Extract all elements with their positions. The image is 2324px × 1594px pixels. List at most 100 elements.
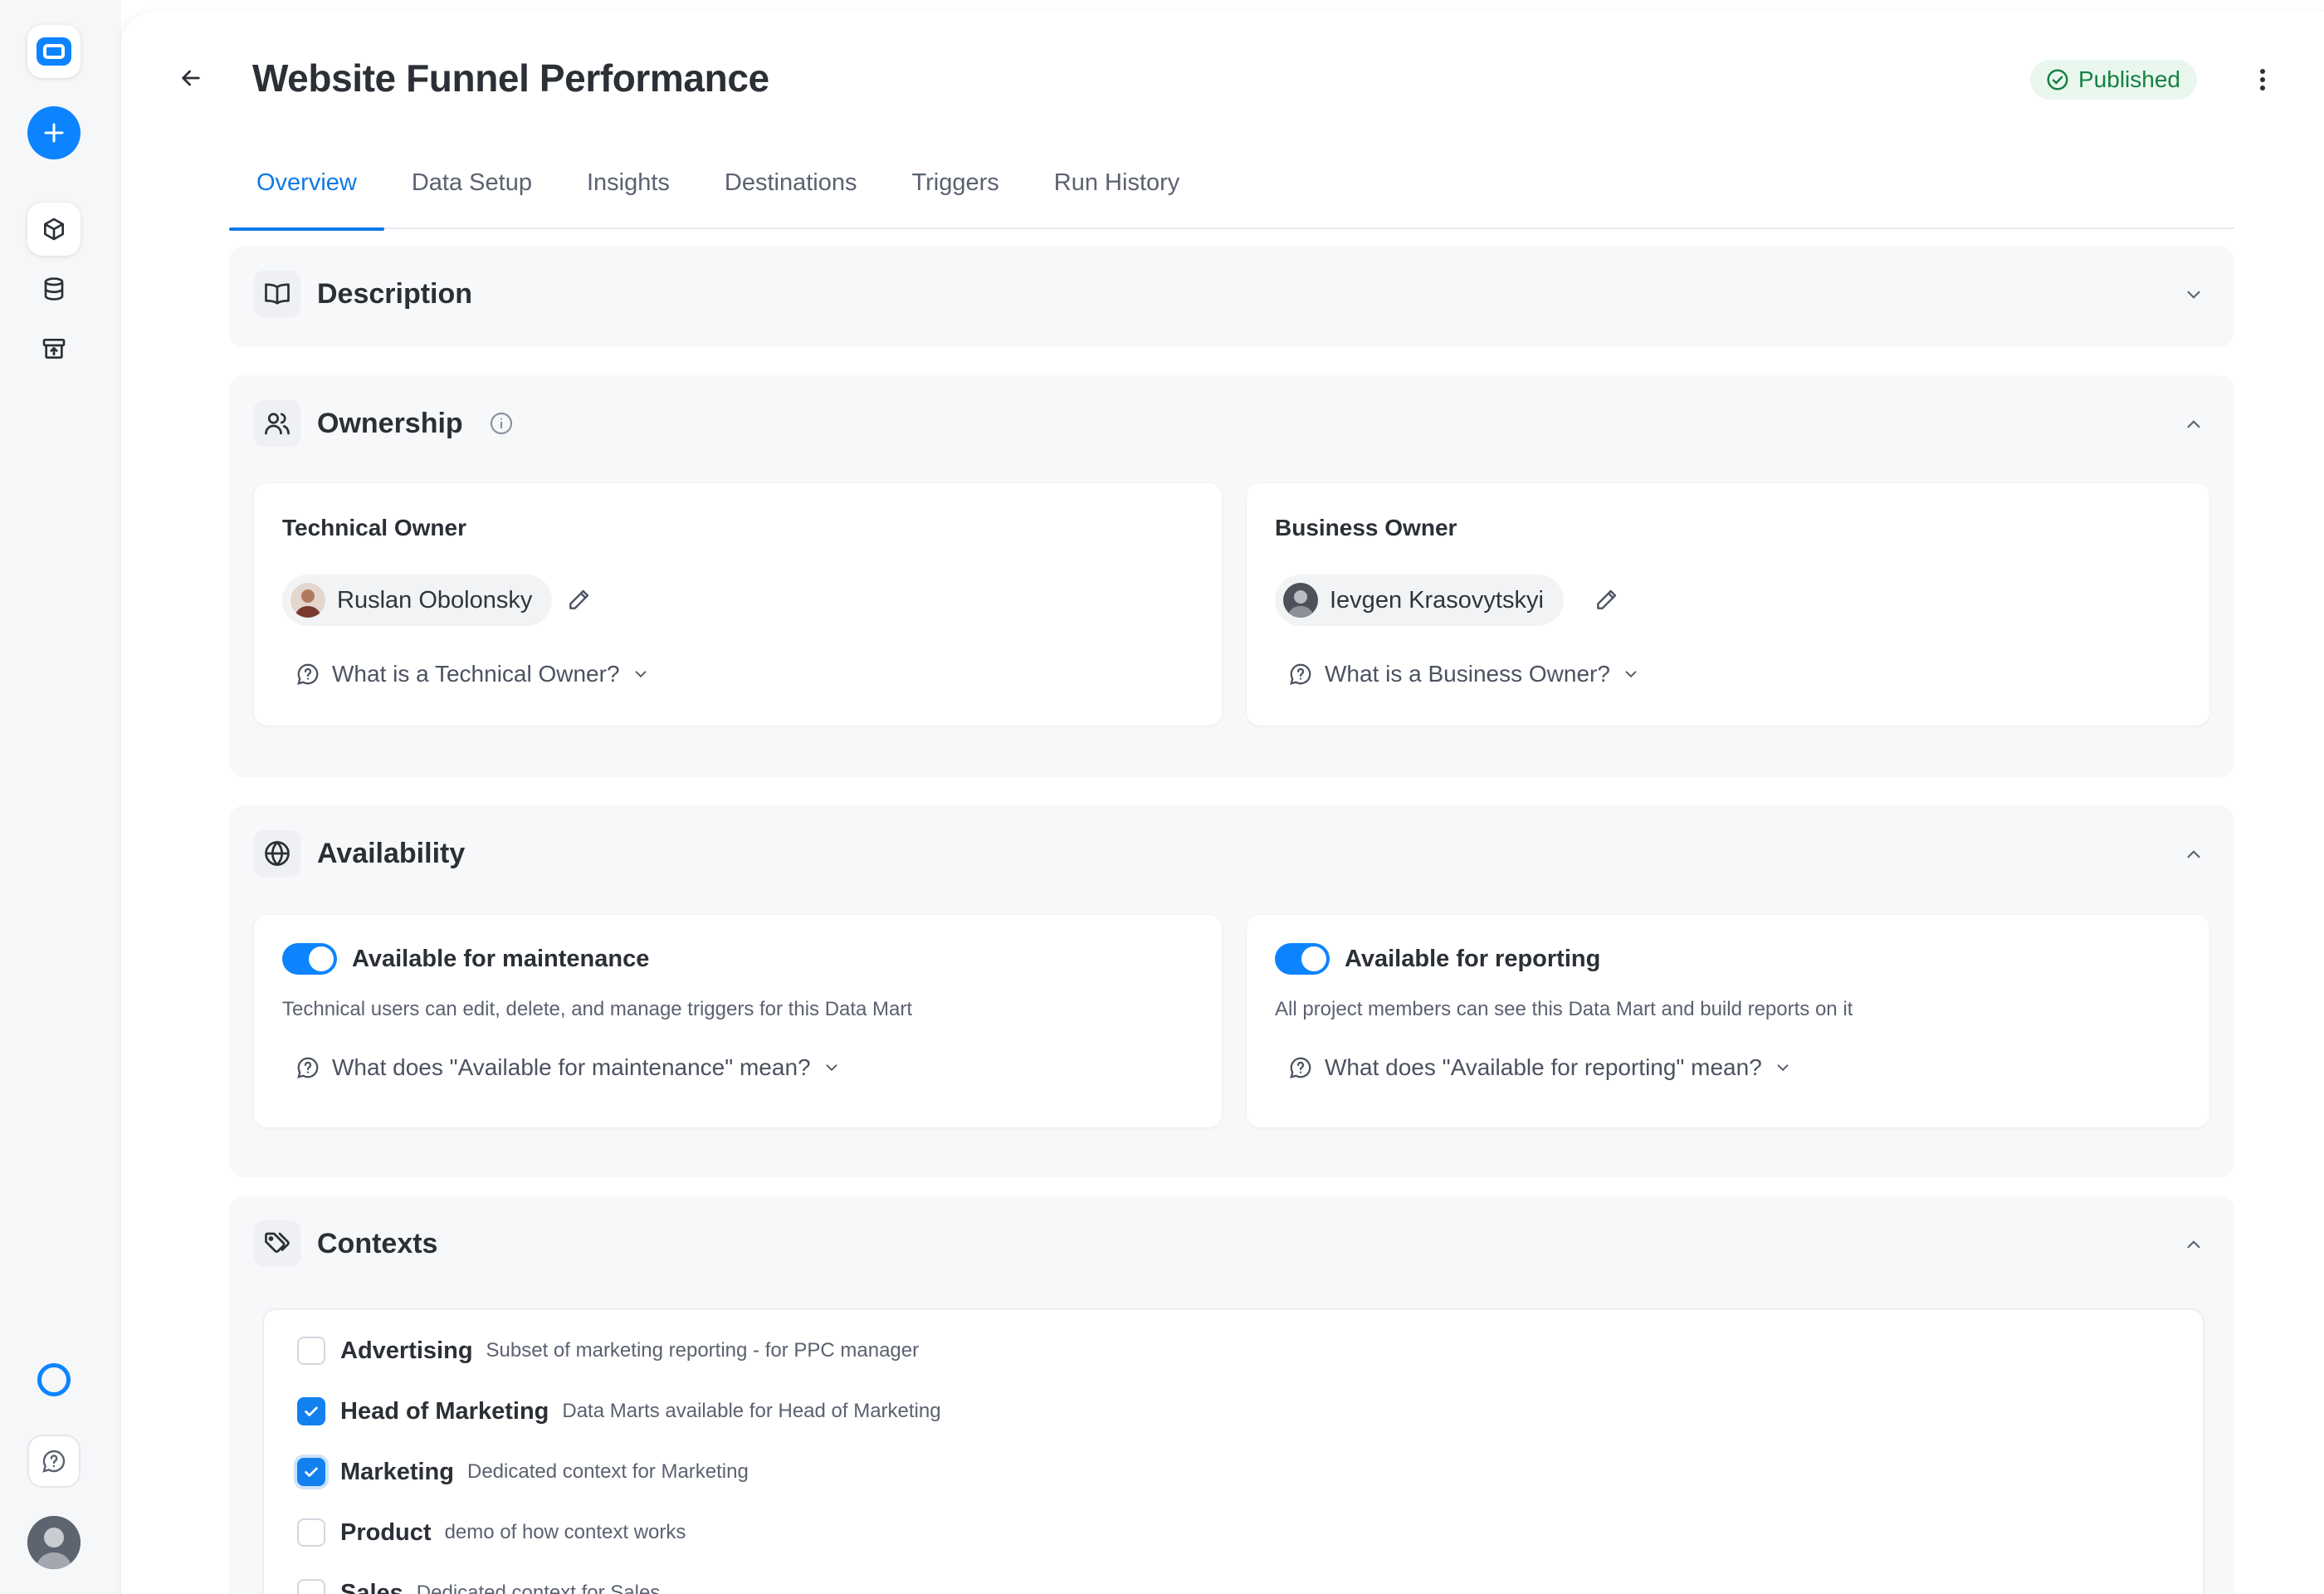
card-label: Technical Owner	[282, 515, 466, 540]
nav-storages[interactable]	[27, 262, 81, 315]
list-item[interactable]: Product demo of how context works	[297, 1518, 686, 1547]
list-item[interactable]: Head of Marketing Data Marts available f…	[297, 1397, 941, 1425]
help-expander[interactable]: What does "Available for reporting" mean…	[1288, 1054, 1794, 1081]
message-question-icon	[295, 662, 320, 687]
context-checkbox[interactable]	[297, 1579, 325, 1594]
availability-section: Availability Available for maintenance T…	[229, 805, 2234, 1177]
chevron-up-icon[interactable]	[2181, 412, 2206, 437]
tab-overview[interactable]: Overview	[229, 136, 384, 231]
context-checkbox[interactable]	[297, 1337, 325, 1365]
pencil-icon	[1597, 589, 1617, 609]
help-expander[interactable]: What is a Business Owner?	[1288, 661, 1642, 687]
chevron-down-icon[interactable]	[2181, 282, 2206, 307]
message-question-icon	[295, 1055, 320, 1080]
tab-bar: Overview Data Setup Insights Destination…	[229, 136, 2234, 231]
arrow-left-icon	[182, 70, 200, 86]
context-checkbox[interactable]	[297, 1458, 325, 1486]
more-vertical-icon	[2260, 69, 2265, 90]
context-name: Product	[340, 1518, 432, 1546]
globe-icon	[265, 840, 290, 867]
info-icon[interactable]	[488, 410, 515, 437]
context-description: demo of how context works	[444, 1521, 686, 1543]
tab-data-setup[interactable]: Data Setup	[384, 136, 559, 229]
pencil-icon	[569, 589, 589, 609]
tab-triggers[interactable]: Triggers	[885, 136, 1027, 229]
context-name: Sales	[340, 1579, 403, 1594]
chevron-down-icon	[632, 664, 652, 684]
context-checkbox[interactable]	[297, 1397, 325, 1425]
card-label: Business Owner	[1275, 515, 1457, 540]
technical-owner-card: Technical Owner Ruslan Obolonsky What is…	[254, 483, 1222, 726]
status-ring-icon[interactable]	[27, 1353, 81, 1406]
context-name: Head of Marketing	[340, 1397, 549, 1425]
context-description: Dedicated context for Marketing	[466, 1460, 749, 1483]
app-logo[interactable]	[27, 25, 81, 78]
tab-destinations[interactable]: Destinations	[697, 136, 885, 229]
page-header: Website Funnel Performance Published	[171, 45, 2296, 111]
contexts-section: Contexts Advertising Subset of marketing…	[229, 1196, 2234, 1594]
message-question-icon	[1288, 662, 1313, 687]
tab-run-history[interactable]: Run History	[1027, 136, 1208, 229]
plus-icon	[44, 123, 64, 143]
business-owner-card: Business Owner Ievgen Krasovytskyi What …	[1247, 483, 2209, 726]
reporting-card: Available for reporting All project memb…	[1247, 915, 2209, 1127]
help-expander[interactable]: What is a Technical Owner?	[295, 661, 652, 687]
help-text: What is a Business Owner?	[1325, 661, 1610, 687]
contexts-list: Advertising Subset of marketing reportin…	[262, 1308, 2204, 1594]
edit-owner-button[interactable]	[563, 583, 596, 616]
chevron-up-icon[interactable]	[2181, 1232, 2206, 1257]
check-icon	[305, 1467, 318, 1477]
list-item[interactable]: Marketing Dedicated context for Marketin…	[297, 1458, 749, 1486]
tab-insights[interactable]: Insights	[559, 136, 697, 229]
create-button[interactable]	[27, 106, 81, 159]
description-section[interactable]: Description	[229, 246, 2234, 347]
nav-data-marts[interactable]	[27, 203, 81, 256]
avatar	[290, 583, 325, 618]
section-title: Ownership	[317, 407, 463, 439]
message-question-icon	[1288, 1055, 1313, 1080]
edit-owner-button[interactable]	[1590, 583, 1623, 616]
context-name: Marketing	[340, 1458, 454, 1485]
owner-chip[interactable]: Ievgen Krasovytskyi	[1275, 575, 1564, 626]
user-avatar[interactable]	[27, 1516, 81, 1569]
reporting-toggle[interactable]	[1275, 943, 1330, 975]
status-text: Published	[2078, 66, 2180, 92]
toggle-label: Available for maintenance	[352, 945, 650, 972]
message-question-icon	[42, 1450, 66, 1473]
more-options-button[interactable]	[2246, 61, 2279, 98]
section-title: Description	[317, 277, 473, 310]
maintenance-toggle[interactable]	[282, 943, 337, 975]
list-item[interactable]: Advertising Subset of marketing reportin…	[297, 1337, 919, 1365]
nav-destinations[interactable]	[27, 322, 81, 375]
owner-name: Ruslan Obolonsky	[337, 586, 533, 614]
help-expander[interactable]: What does "Available for maintenance" me…	[295, 1054, 842, 1081]
chevron-down-icon	[1622, 664, 1642, 684]
toggle-description: Technical users can edit, delete, and ma…	[282, 998, 913, 1020]
back-button[interactable]	[171, 58, 211, 98]
chevron-up-icon[interactable]	[2181, 842, 2206, 867]
avatar	[1283, 583, 1318, 618]
chevron-down-icon	[823, 1058, 842, 1078]
section-title: Contexts	[317, 1227, 438, 1259]
book-open-icon	[265, 283, 290, 305]
context-checkbox[interactable]	[297, 1518, 325, 1547]
help-chat-button[interactable]	[27, 1435, 81, 1488]
ownership-section: Ownership Technical Owner Ruslan Obolons…	[229, 375, 2234, 777]
list-item[interactable]: Sales Dedicated context for Sales	[297, 1579, 660, 1594]
owner-name: Ievgen Krasovytskyi	[1330, 586, 1544, 614]
owner-chip[interactable]: Ruslan Obolonsky	[282, 575, 553, 626]
avatar-icon	[27, 1516, 81, 1569]
context-description: Data Marts available for Head of Marketi…	[562, 1400, 941, 1422]
database-icon	[44, 277, 64, 301]
page-title: Website Funnel Performance	[252, 56, 769, 100]
tags-icon	[265, 1232, 290, 1253]
context-description: Dedicated context for Sales	[416, 1582, 661, 1594]
sidebar-rail	[0, 0, 121, 1594]
archive-upload-icon	[42, 339, 66, 359]
help-text: What does "Available for reporting" mean…	[1325, 1054, 1762, 1080]
toggle-label: Available for reporting	[1345, 945, 1601, 972]
users-icon	[265, 413, 290, 435]
check-icon	[305, 1406, 318, 1416]
main-panel: Website Funnel Performance Published Ove…	[121, 12, 2324, 1594]
context-name: Advertising	[340, 1337, 473, 1364]
